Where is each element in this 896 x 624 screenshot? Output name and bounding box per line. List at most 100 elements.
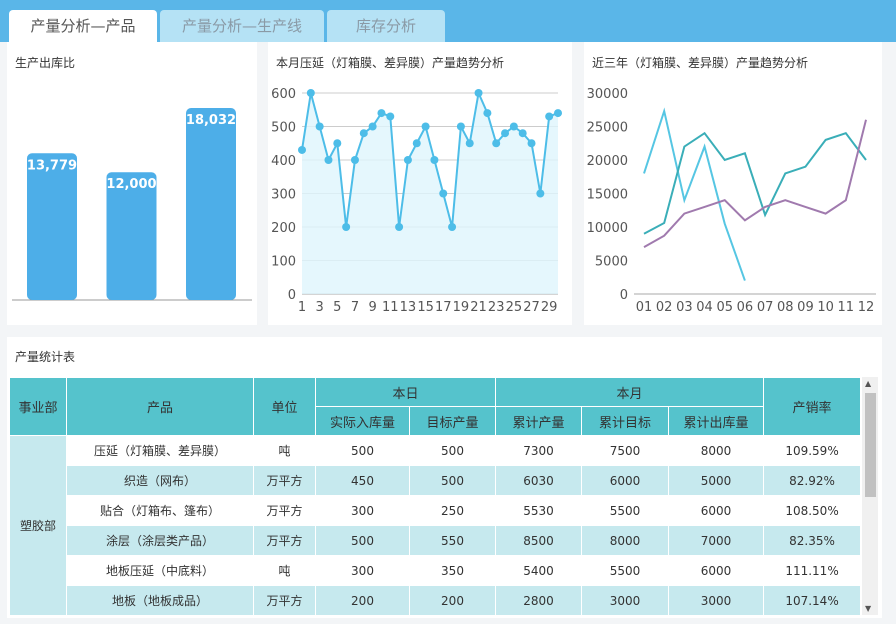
- data-point: [554, 109, 562, 118]
- table-cell: 7500: [581, 435, 670, 466]
- data-point: [430, 156, 439, 164]
- x-tick-label: 17: [435, 300, 452, 315]
- table-cell: 5000: [668, 465, 765, 496]
- dept-cell: 塑胶部: [9, 435, 67, 616]
- table-cell: 200: [408, 585, 497, 616]
- x-tick-label: 06: [737, 300, 754, 315]
- header-day: 本日: [314, 377, 497, 407]
- table-cell: 5500: [581, 555, 670, 586]
- table-cell: 109.59%: [763, 435, 862, 466]
- bar: [186, 108, 236, 300]
- table-cell: 8500: [495, 525, 583, 556]
- data-point: [448, 223, 457, 231]
- table-scrollbar[interactable]: ▲ ▼: [862, 377, 878, 615]
- data-point: [342, 223, 351, 231]
- series-line: [643, 107, 746, 281]
- table-title: 产量统计表: [15, 350, 76, 364]
- table-cell: 107.14%: [763, 585, 862, 616]
- table-cell: 2800: [495, 585, 583, 616]
- x-tick-label: 15: [417, 300, 434, 315]
- table-cell: 3000: [668, 585, 765, 616]
- x-tick-label: 5: [333, 300, 341, 315]
- scroll-thumb[interactable]: [865, 393, 876, 497]
- x-tick-label: 09: [797, 300, 814, 315]
- table-cell: 地板压延（中底料）: [66, 555, 254, 586]
- x-tick-label: 27: [523, 300, 540, 315]
- x-tick-label: 7: [351, 300, 359, 315]
- table-cell: 吨: [253, 555, 316, 586]
- y-tick-label: 200: [271, 221, 296, 236]
- x-tick-label: 25: [506, 300, 523, 315]
- table-cell: 织造（网布）: [66, 465, 254, 496]
- area-fill: [302, 93, 558, 294]
- table-cell: 涂层（涂层类产品）: [66, 525, 254, 556]
- table-cell: 压延（灯箱膜、差异膜）: [66, 435, 254, 466]
- table-cell: 万平方: [253, 585, 316, 616]
- x-tick-label: 11: [838, 300, 855, 315]
- y-tick-label: 400: [271, 154, 296, 169]
- y-tick-label: 25000: [587, 121, 628, 136]
- table-cell: 200: [315, 585, 410, 616]
- y-tick-label: 10000: [587, 221, 628, 236]
- table-cell: 500: [408, 465, 497, 496]
- table-cell: 6000: [668, 495, 765, 526]
- data-point: [536, 189, 545, 198]
- table-row: 贴合（灯箱布、篷布） 万平方 300 250 5530 5500 6000 108.50%: [10, 495, 862, 526]
- x-tick-label: 07: [757, 300, 774, 315]
- header-dept: 事业部: [9, 377, 67, 436]
- table-cell: 300: [315, 495, 410, 526]
- data-point: [421, 122, 430, 131]
- data-point: [545, 112, 554, 121]
- table-cell: 5530: [495, 495, 583, 526]
- header-product: 产品: [66, 377, 254, 436]
- x-tick-label: 1: [298, 300, 306, 315]
- y-tick-label: 5000: [595, 255, 628, 270]
- y-tick-label: 500: [271, 121, 296, 136]
- x-tick-label: 08: [777, 300, 794, 315]
- scroll-down-icon[interactable]: ▼: [865, 604, 871, 613]
- x-tick-label: 21: [470, 300, 487, 315]
- data-point: [403, 156, 412, 164]
- data-point: [359, 129, 368, 138]
- table-cell: 万平方: [253, 525, 316, 556]
- x-tick-label: 3: [316, 300, 324, 315]
- y-tick-label: 0: [288, 288, 296, 303]
- table-cell: 7300: [495, 435, 583, 466]
- header-actual: 实际入库量: [315, 406, 410, 436]
- bar: [27, 153, 77, 300]
- table-cell: 6000: [668, 555, 765, 586]
- y-tick-label: 0: [620, 288, 628, 303]
- table-cell: 500: [408, 435, 497, 466]
- y-tick-label: 15000: [587, 188, 628, 203]
- data-point: [377, 109, 386, 118]
- table-cell: 5500: [581, 495, 670, 526]
- table-cell: 500: [315, 435, 410, 466]
- data-point: [527, 139, 536, 148]
- data-point: [483, 109, 492, 118]
- scroll-up-icon[interactable]: ▲: [865, 379, 871, 388]
- header-cum: 累计产量: [495, 406, 583, 436]
- data-point: [439, 189, 448, 198]
- bar-label: 18,032: [186, 113, 236, 128]
- data-point: [350, 156, 359, 164]
- table-cell: 350: [408, 555, 497, 586]
- table-cell: 550: [408, 525, 497, 556]
- data-point: [368, 122, 377, 131]
- table-cell: 5400: [495, 555, 583, 586]
- x-tick-label: 03: [676, 300, 693, 315]
- bar-label: 12,000: [106, 177, 156, 192]
- table-row: 塑胶部 压延（灯箱膜、差异膜）吨 500 500 7300 7500 8000 109.59%: [9, 435, 862, 616]
- y-tick-label: 600: [271, 87, 296, 102]
- x-tick-label: 13: [400, 300, 417, 315]
- table-cell: 7000: [668, 525, 765, 556]
- data-point: [412, 139, 421, 148]
- table-cell: 地板（地板成品）: [66, 585, 254, 616]
- table-cell: 108.50%: [763, 495, 862, 526]
- data-point: [492, 139, 501, 148]
- table-cell: 82.92%: [763, 465, 862, 496]
- x-tick-label: 11: [382, 300, 399, 315]
- table-cell: 300: [315, 555, 410, 586]
- y-tick-label: 30000: [587, 87, 628, 102]
- header-rate: 产销率: [763, 377, 862, 436]
- data-point: [501, 129, 510, 138]
